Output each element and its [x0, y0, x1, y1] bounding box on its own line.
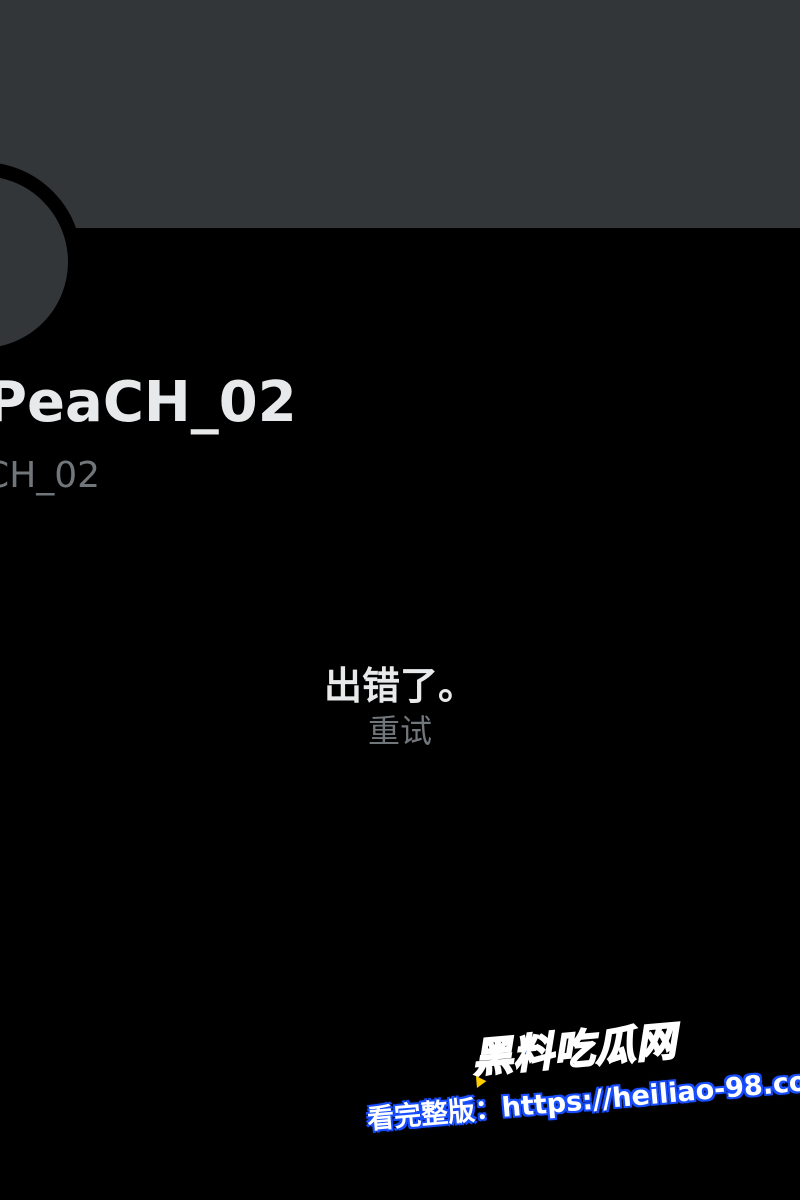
play-icon: [475, 1075, 487, 1089]
profile-display-name: PeaCH_02: [0, 370, 297, 435]
profile-handle: aCH_02: [0, 455, 101, 496]
error-message: 出错了。: [323, 664, 476, 708]
profile-banner: [0, 0, 800, 228]
watermark: 黑料吃瓜网 看完整版：https://heiliao-98.com: [360, 999, 800, 1175]
profile-page: PeaCH_02 aCH_02 出错了。 重试 黑料吃瓜网 看完整版：https…: [0, 0, 800, 1200]
error-state: 出错了。 重试: [0, 664, 800, 750]
retry-button[interactable]: 重试: [368, 712, 432, 750]
